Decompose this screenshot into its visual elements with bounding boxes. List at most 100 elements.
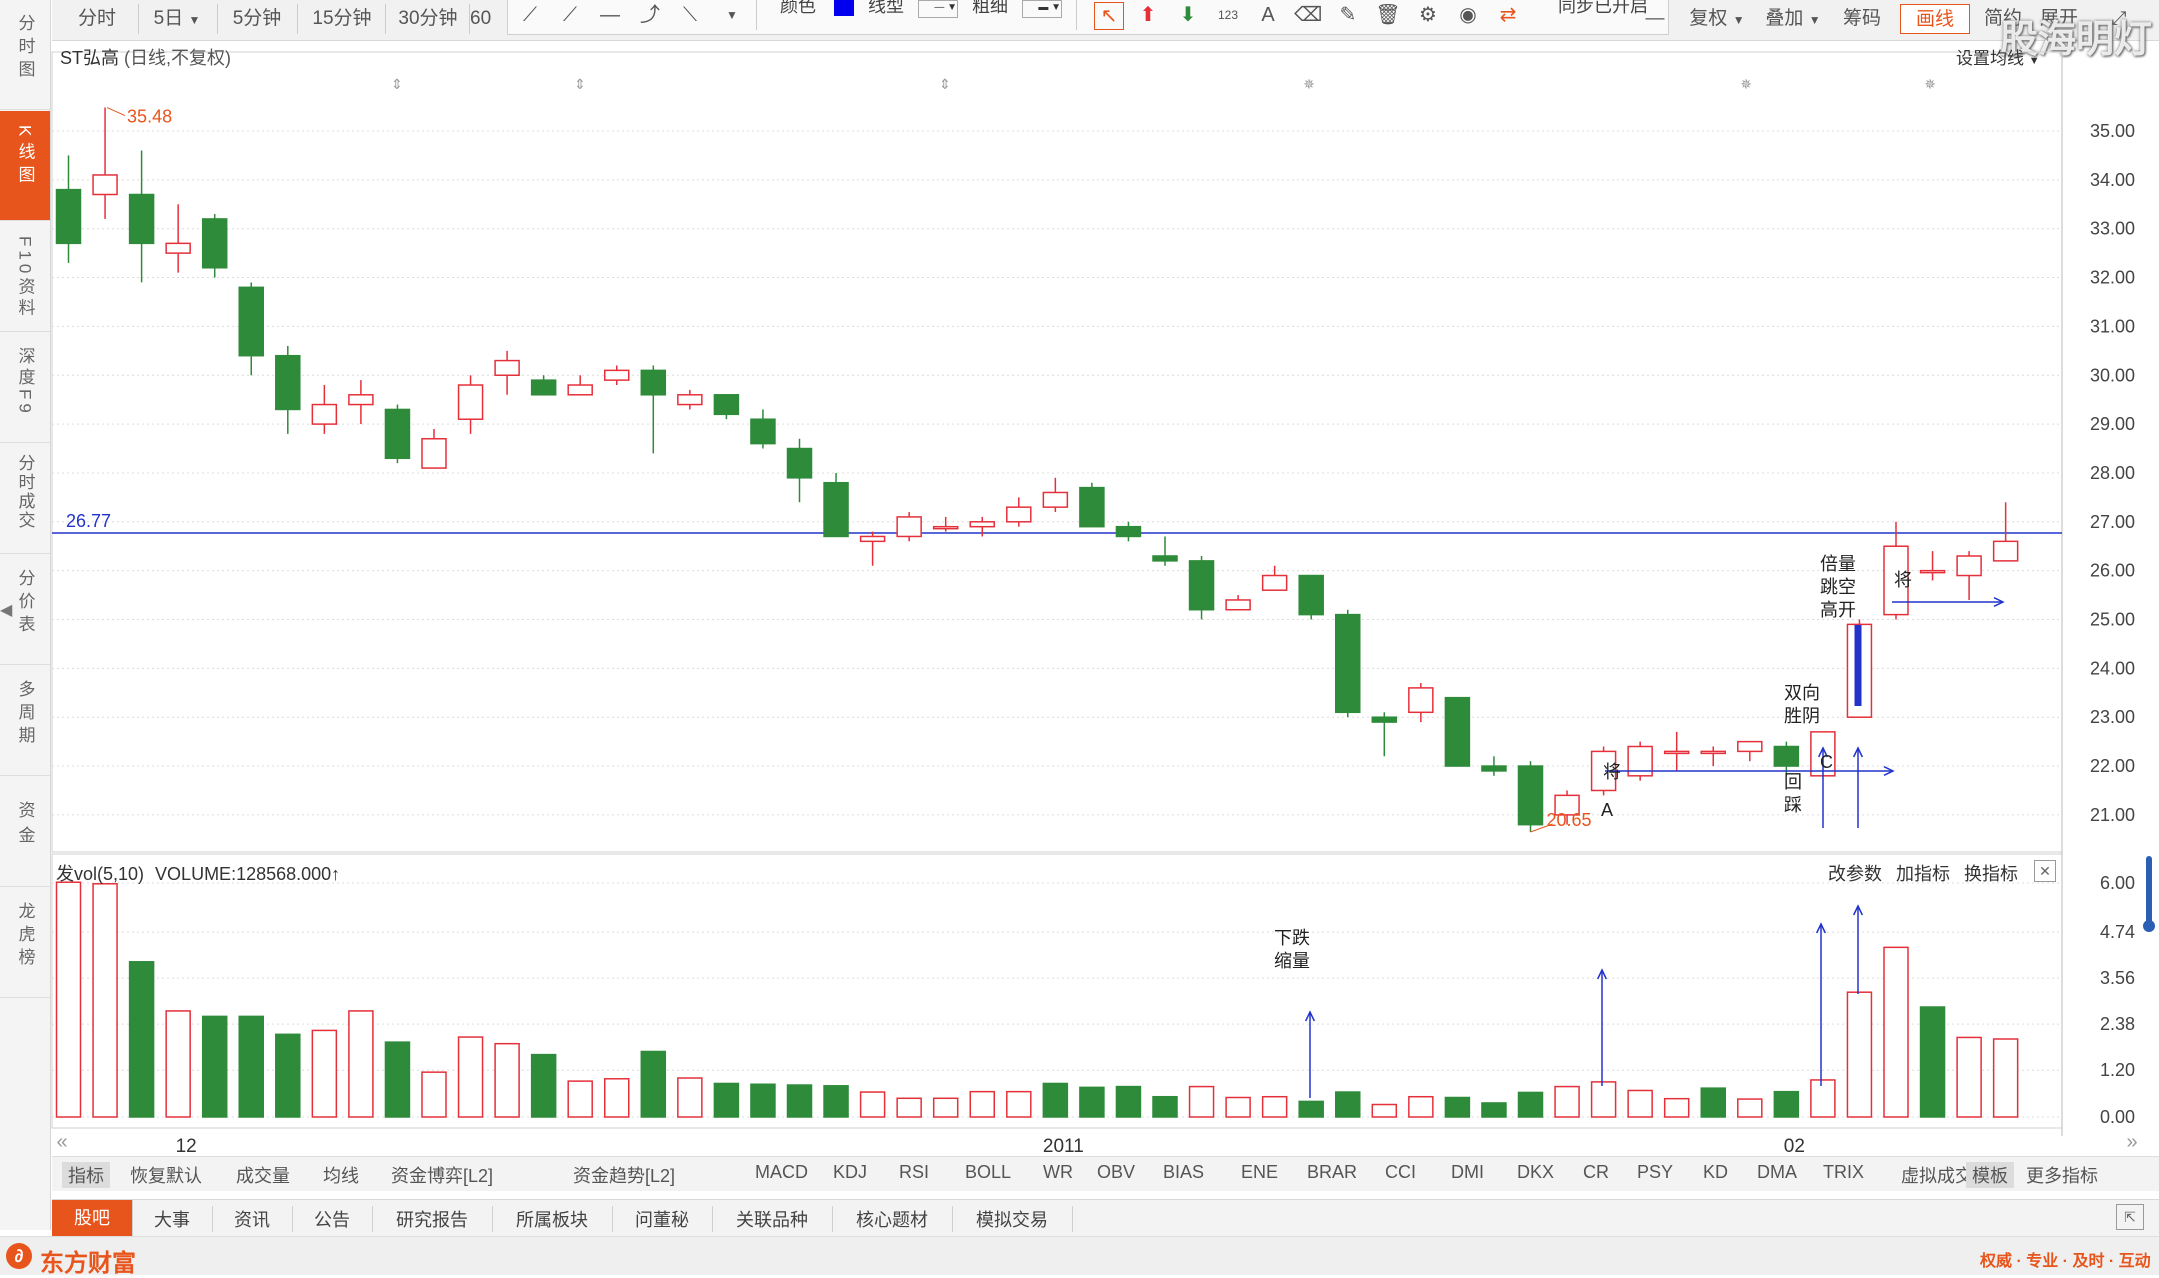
candle[interactable] [494, 359, 520, 377]
candle[interactable] [1956, 555, 1982, 577]
candle[interactable] [1444, 696, 1471, 767]
volume-bar[interactable] [494, 1042, 520, 1118]
candle[interactable] [932, 525, 959, 530]
candle[interactable] [567, 384, 593, 396]
indicator-tab[interactable]: 均线 [323, 1162, 359, 1188]
volume-bar[interactable] [1115, 1085, 1142, 1118]
volume-bar[interactable] [1261, 1095, 1288, 1118]
candle[interactable] [859, 535, 886, 543]
kline-chart[interactable]: 35.00 34.00 33.00 32.00 31.00 30.00 29.00 28.00… [0, 0, 2159, 1160]
indicator-tab[interactable]: BIAS [1163, 1162, 1204, 1183]
indicator-tab[interactable]: TRIX [1823, 1162, 1864, 1183]
candle[interactable] [1773, 745, 1800, 767]
change-params-button[interactable]: 改参数 [1828, 860, 1882, 886]
news-tab[interactable]: 资讯 [212, 1206, 293, 1232]
candle[interactable] [713, 394, 740, 416]
candle[interactable] [530, 379, 557, 396]
close-icon[interactable]: ✕ [2034, 860, 2056, 882]
candle[interactable] [92, 174, 118, 196]
indicator-tab[interactable]: 恢复默认 [130, 1162, 202, 1188]
candle[interactable] [311, 403, 338, 425]
candle[interactable] [457, 384, 484, 420]
volume-bar[interactable] [1883, 946, 1909, 1118]
volume-bar[interactable] [969, 1090, 995, 1118]
volume-bar[interactable] [567, 1080, 593, 1118]
candle[interactable] [421, 438, 447, 469]
candle[interactable] [275, 354, 301, 411]
candle[interactable] [1517, 765, 1544, 826]
volume-bar[interactable] [1737, 1098, 1763, 1118]
indicator-tab[interactable]: CR [1583, 1162, 1609, 1183]
volume-bar[interactable] [275, 1033, 301, 1118]
indicator-tab[interactable]: 资金博弈[L2] [391, 1162, 493, 1188]
indicator-tab[interactable]: DMA [1757, 1162, 1797, 1183]
volume-bar[interactable] [713, 1082, 740, 1118]
indicator-tab[interactable]: WR [1043, 1162, 1073, 1183]
add-indicator-button[interactable]: 加指标 [1896, 860, 1950, 886]
indicator-tab[interactable]: 资金趋势[L2] [573, 1162, 675, 1188]
candle[interactable] [969, 521, 995, 528]
volume-bar[interactable] [1956, 1036, 1982, 1118]
news-tab[interactable]: 股吧 [52, 1200, 133, 1236]
volume-bar[interactable] [823, 1085, 849, 1118]
volume-bar[interactable] [1225, 1096, 1251, 1118]
volume-bar[interactable] [1408, 1095, 1434, 1118]
candle[interactable] [1992, 540, 2019, 562]
volume-bar[interactable] [1663, 1097, 1690, 1118]
news-tab[interactable]: 公告 [292, 1206, 373, 1232]
volume-bar[interactable] [457, 1036, 484, 1118]
volume-bar[interactable] [384, 1041, 411, 1118]
indicator-tab[interactable]: DKX [1517, 1162, 1554, 1183]
volume-bar[interactable] [859, 1091, 886, 1118]
candle[interactable] [384, 408, 411, 460]
indicator-tab[interactable]: 成交量 [236, 1162, 290, 1188]
candle[interactable] [1152, 555, 1178, 562]
volume-bar[interactable] [640, 1050, 667, 1118]
news-tab[interactable]: 研究报告 [372, 1206, 493, 1232]
indicator-tab[interactable]: BOLL [965, 1162, 1011, 1183]
volume-bar[interactable] [311, 1029, 338, 1118]
indicator-tab[interactable]: CCI [1385, 1162, 1416, 1183]
indicator-tab[interactable]: 指标 [62, 1162, 110, 1188]
indicator-tab[interactable]: PSY [1637, 1162, 1673, 1183]
volume-bar[interactable] [1627, 1089, 1653, 1118]
indicator-tab[interactable]: KD [1703, 1162, 1728, 1183]
candle[interactable] [201, 218, 228, 269]
collapse-panel-icon[interactable]: ⇱ [2116, 1204, 2144, 1230]
volume-bar[interactable] [92, 883, 118, 1118]
volume-bar[interactable] [1590, 1081, 1617, 1118]
candle[interactable] [1371, 716, 1398, 723]
volume-bar[interactable] [201, 1015, 228, 1118]
volume-bar[interactable] [1335, 1091, 1361, 1118]
candle[interactable] [1188, 560, 1215, 611]
volume-bar[interactable] [1919, 1006, 1946, 1118]
candle[interactable] [1298, 574, 1324, 616]
volume-bar[interactable] [1006, 1090, 1032, 1118]
volume-bar[interactable] [1371, 1103, 1398, 1118]
candle[interactable] [165, 242, 191, 254]
candle[interactable] [750, 418, 776, 445]
candle[interactable] [1261, 574, 1288, 591]
axis-scroll-slider[interactable] [2146, 856, 2152, 930]
candle[interactable] [1408, 687, 1434, 714]
news-tab[interactable]: 大事 [132, 1206, 213, 1232]
indicator-tab[interactable]: DMI [1451, 1162, 1484, 1183]
volume-bar[interactable] [1810, 1079, 1836, 1118]
indicator-tab[interactable]: 更多指标 [2026, 1162, 2098, 1188]
candle[interactable] [348, 394, 374, 406]
candle[interactable] [896, 516, 922, 538]
candle[interactable] [128, 193, 155, 245]
indicator-tab[interactable]: RSI [899, 1162, 929, 1183]
candle[interactable] [640, 369, 667, 396]
volume-bar[interactable] [128, 961, 155, 1118]
volume-bar[interactable] [1773, 1090, 1800, 1118]
news-tab[interactable]: 核心题材 [832, 1206, 953, 1232]
candle[interactable] [1042, 491, 1069, 508]
volume-bar[interactable] [1700, 1087, 1726, 1118]
candle[interactable] [1115, 525, 1142, 538]
volume-bar[interactable] [1481, 1102, 1507, 1118]
candle[interactable] [55, 188, 82, 245]
volume-bar[interactable] [677, 1077, 703, 1118]
candle[interactable] [1006, 506, 1032, 523]
volume-bar[interactable] [1042, 1082, 1069, 1118]
